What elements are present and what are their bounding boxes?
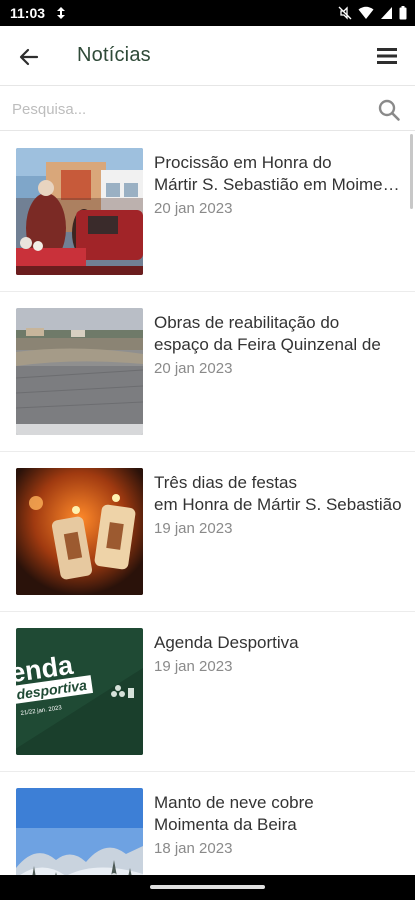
news-title-line: Manto de neve cobre [154, 793, 314, 812]
menu-button[interactable] [375, 44, 399, 68]
news-title-line: Mártir S. Sebastião em Moimenta [154, 175, 404, 194]
mute-icon [338, 6, 352, 20]
news-title: Obras de reabilitação do espaço da Feira… [154, 312, 404, 356]
news-item[interactable]: Manto de neve cobre Moimenta da Beira 18… [0, 772, 415, 875]
news-title-line: Moimenta da Beira [154, 815, 297, 834]
hamburger-menu-icon [377, 48, 397, 64]
snow-photo [16, 788, 143, 875]
search-icon[interactable] [377, 98, 401, 122]
arrow-back-icon [19, 48, 39, 66]
wifi-icon [358, 6, 374, 19]
news-date: 19 jan 2023 [154, 658, 233, 675]
data-saver-icon [57, 7, 65, 19]
page-title: Notícias [77, 44, 151, 66]
procession-photo [16, 148, 143, 275]
news-title: Procissão em Honra do Mártir S. Sebastiã… [154, 152, 404, 196]
news-date: 20 jan 2023 [154, 200, 233, 217]
news-item[interactable]: Três dias de festas em Honra de Mártir S… [0, 452, 415, 612]
system-nav-bar [0, 875, 415, 900]
status-icons [338, 5, 407, 21]
news-list: Procissão em Honra do Mártir S. Sebastiã… [0, 132, 415, 875]
news-title-line: Obras de reabilitação do [154, 313, 340, 332]
news-item[interactable]: enda desportiva 21/22 jan. 2023 Agenda D… [0, 612, 415, 772]
news-title-line: em Honra de Mártir S. Sebastião [154, 495, 402, 514]
agenda-poster: enda desportiva 21/22 jan. 2023 [16, 628, 143, 755]
news-date: 18 jan 2023 [154, 840, 233, 857]
search-bar [0, 87, 415, 131]
search-input[interactable] [12, 95, 362, 123]
status-time: 11:03 [10, 5, 46, 21]
news-item[interactable]: Procissão em Honra do Mártir S. Sebastiã… [0, 132, 415, 292]
scrollbar[interactable] [410, 134, 413, 209]
news-title-line: Três dias de festas [154, 473, 297, 492]
news-title: Manto de neve cobre Moimenta da Beira [154, 792, 404, 836]
candles-photo [16, 468, 143, 595]
signal-icon [381, 7, 392, 19]
app-bar: Notícias [0, 26, 415, 86]
news-title-line: Procissão em Honra do [154, 153, 332, 172]
status-bar: 11:03 [0, 0, 415, 26]
news-date: 20 jan 2023 [154, 360, 233, 377]
news-date: 19 jan 2023 [154, 520, 233, 537]
back-button[interactable] [14, 42, 44, 72]
news-title-line: espaço da Feira Quinzenal de [154, 335, 381, 354]
news-title-line: Agenda Desportiva [154, 633, 299, 652]
fairground-photo [16, 308, 143, 435]
news-item[interactable]: Obras de reabilitação do espaço da Feira… [0, 292, 415, 452]
news-title: Três dias de festas em Honra de Mártir S… [154, 472, 404, 516]
battery-icon [399, 6, 407, 20]
home-gesture-handle[interactable] [150, 885, 265, 889]
news-title: Agenda Desportiva [154, 632, 404, 654]
